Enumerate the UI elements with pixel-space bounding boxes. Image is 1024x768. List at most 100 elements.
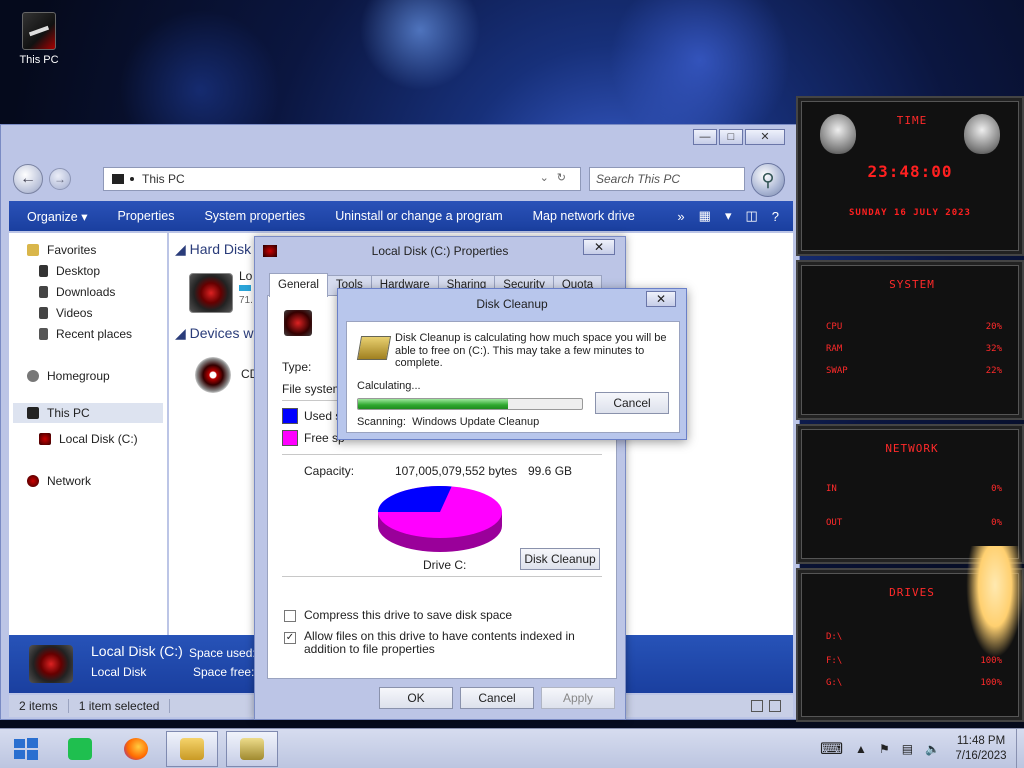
organize-button[interactable]: Organize ▾: [9, 209, 102, 224]
cd-drive-icon[interactable]: [195, 357, 231, 393]
sidebar-item-local-disk[interactable]: Local Disk (C:): [39, 432, 138, 446]
address-bar[interactable]: This PC ⌄↻: [103, 167, 581, 191]
taskbar-spotify[interactable]: [54, 731, 106, 767]
volume-icon[interactable]: 🔈: [925, 742, 940, 756]
close-button[interactable]: ✕: [745, 129, 785, 145]
sidebar-item-downloads[interactable]: Downloads: [39, 285, 115, 299]
sidebar-item-label: Favorites: [47, 243, 97, 257]
this-pc-icon: [22, 12, 56, 50]
taskbar-firefox[interactable]: [110, 731, 162, 767]
row-value: 20%: [985, 322, 1002, 332]
section-devices[interactable]: ◢ Devices w: [175, 325, 253, 342]
breadcrumb-separator-icon: [130, 177, 134, 181]
taskbar-disk-cleanup[interactable]: [226, 731, 278, 767]
show-hidden-icons-icon[interactable]: ▲: [855, 742, 867, 756]
address-dropdown-refresh-icon[interactable]: ⌄↻: [540, 171, 574, 184]
flag-icon[interactable]: ⚑: [879, 742, 890, 756]
search-input[interactable]: Search This PC: [589, 167, 745, 191]
cancel-button[interactable]: Cancel: [460, 687, 534, 709]
disk-cleanup-button[interactable]: Disk Cleanup: [520, 548, 600, 570]
videos-icon: [39, 307, 48, 319]
network-icon[interactable]: ▤: [902, 742, 913, 756]
row-label: IN: [826, 484, 837, 494]
row-value: 22%: [985, 366, 1002, 376]
clock-time: 11:48 PM: [956, 735, 1006, 747]
forward-button[interactable]: →: [49, 168, 71, 190]
close-button[interactable]: ✕: [583, 239, 615, 255]
row-value: 32%: [985, 344, 1002, 354]
desktop-icon: [39, 265, 48, 277]
view-dropdown-icon[interactable]: ▾: [725, 208, 732, 224]
dialog-body: Disk Cleanup is calculating how much spa…: [346, 321, 680, 433]
selection-count: 1 item selected: [69, 699, 171, 713]
space-used-label: Space used:: [189, 646, 256, 660]
taskbar-clock[interactable]: 11:48 PM 7/16/2023: [946, 734, 1016, 764]
properties-button[interactable]: Properties: [102, 209, 189, 223]
large-icons-view-icon[interactable]: [769, 700, 781, 712]
close-button[interactable]: ✕: [646, 291, 676, 307]
sidebar-item-homegroup[interactable]: Homegroup: [27, 369, 110, 383]
drive-g-row: G:\ 100%: [826, 678, 1002, 688]
cancel-button[interactable]: Cancel: [595, 392, 669, 414]
local-disk-name[interactable]: Lo: [239, 269, 252, 283]
sidebar-item-label: This PC: [47, 406, 90, 420]
taskbar-file-explorer[interactable]: [166, 731, 218, 767]
view-options-icon[interactable]: ▦: [699, 208, 711, 224]
desktop-icon-label: This PC: [19, 54, 59, 66]
sidebar-item-videos[interactable]: Videos: [39, 306, 92, 320]
sidebar-item-desktop[interactable]: Desktop: [39, 264, 100, 278]
section-label: Hard Disk: [189, 241, 252, 257]
map-network-drive-button[interactable]: Map network drive: [518, 209, 650, 223]
alien-head-icon: [964, 114, 1000, 154]
system-properties-button[interactable]: System properties: [189, 209, 320, 223]
ram-row: RAM 32%: [826, 344, 1002, 354]
navigation-bar: ← → This PC ⌄↻ Search This PC ⚲: [9, 163, 789, 197]
apply-button[interactable]: Apply: [541, 687, 615, 709]
alien-head-icon: [820, 114, 856, 154]
index-checkbox[interactable]: ✓: [284, 632, 296, 644]
ok-button[interactable]: OK: [379, 687, 453, 709]
dialog-title: Disk Cleanup: [476, 297, 548, 311]
preview-pane-icon[interactable]: ◫: [745, 208, 757, 224]
cartoon-character-sticker: [966, 546, 1024, 658]
details-view-icon[interactable]: [751, 700, 763, 712]
cleanup-message: Disk Cleanup is calculating how much spa…: [395, 332, 667, 369]
row-label: SWAP: [826, 366, 848, 376]
help-icon[interactable]: ?: [772, 209, 779, 224]
start-button[interactable]: [0, 731, 52, 767]
sidebar-item-label: Recent places: [56, 327, 133, 341]
section-hard-disk[interactable]: ◢ Hard Disk: [175, 241, 251, 258]
keyboard-icon[interactable]: ⌨: [820, 739, 843, 759]
show-desktop-button[interactable]: [1016, 729, 1024, 768]
details-name: Local Disk (C:): [91, 643, 183, 659]
compress-label: Compress this drive to save disk space: [304, 608, 513, 622]
disk-usage-pie: [378, 486, 502, 552]
tab-general[interactable]: General: [269, 273, 328, 297]
local-disk-icon[interactable]: [189, 273, 233, 313]
back-button[interactable]: ←: [13, 164, 43, 194]
pie-used-slice: [378, 486, 452, 512]
sidebar-item-network[interactable]: Network: [27, 474, 91, 488]
uninstall-program-button[interactable]: Uninstall or change a program: [320, 209, 517, 223]
sidebar-item-recent-places[interactable]: Recent places: [39, 327, 132, 341]
window-controls: — □ ✕: [693, 129, 785, 145]
swap-row: SWAP 22%: [826, 366, 1002, 376]
desktop-this-pc[interactable]: This PC: [12, 12, 66, 66]
sidebar-item-label: Homegroup: [47, 369, 110, 383]
maximize-button[interactable]: □: [719, 129, 743, 145]
search-icon[interactable]: ⚲: [751, 163, 785, 197]
minimize-button[interactable]: —: [693, 129, 717, 145]
clock-date: 7/16/2023: [955, 750, 1007, 762]
sidebar-item-this-pc[interactable]: This PC: [13, 403, 163, 423]
drive-icon: [39, 433, 51, 445]
sidebar-item-label: Local Disk (C:): [59, 432, 138, 446]
more-commands-icon[interactable]: »: [677, 209, 684, 224]
compress-checkbox[interactable]: [284, 610, 296, 622]
address-text: This PC: [142, 172, 185, 186]
index-label: Allow files on this drive to have conten…: [304, 629, 575, 656]
sidebar-item-favorites[interactable]: Favorites: [27, 243, 96, 257]
taskbar: ⌨ ▲ ⚑ ▤ 🔈 11:48 PM 7/16/2023: [0, 728, 1024, 768]
system-tray: ⌨ ▲ ⚑ ▤ 🔈 11:48 PM 7/16/2023: [814, 729, 1024, 768]
row-label: OUT: [826, 518, 843, 528]
capacity-bytes: 107,005,079,552 bytes: [395, 464, 518, 478]
